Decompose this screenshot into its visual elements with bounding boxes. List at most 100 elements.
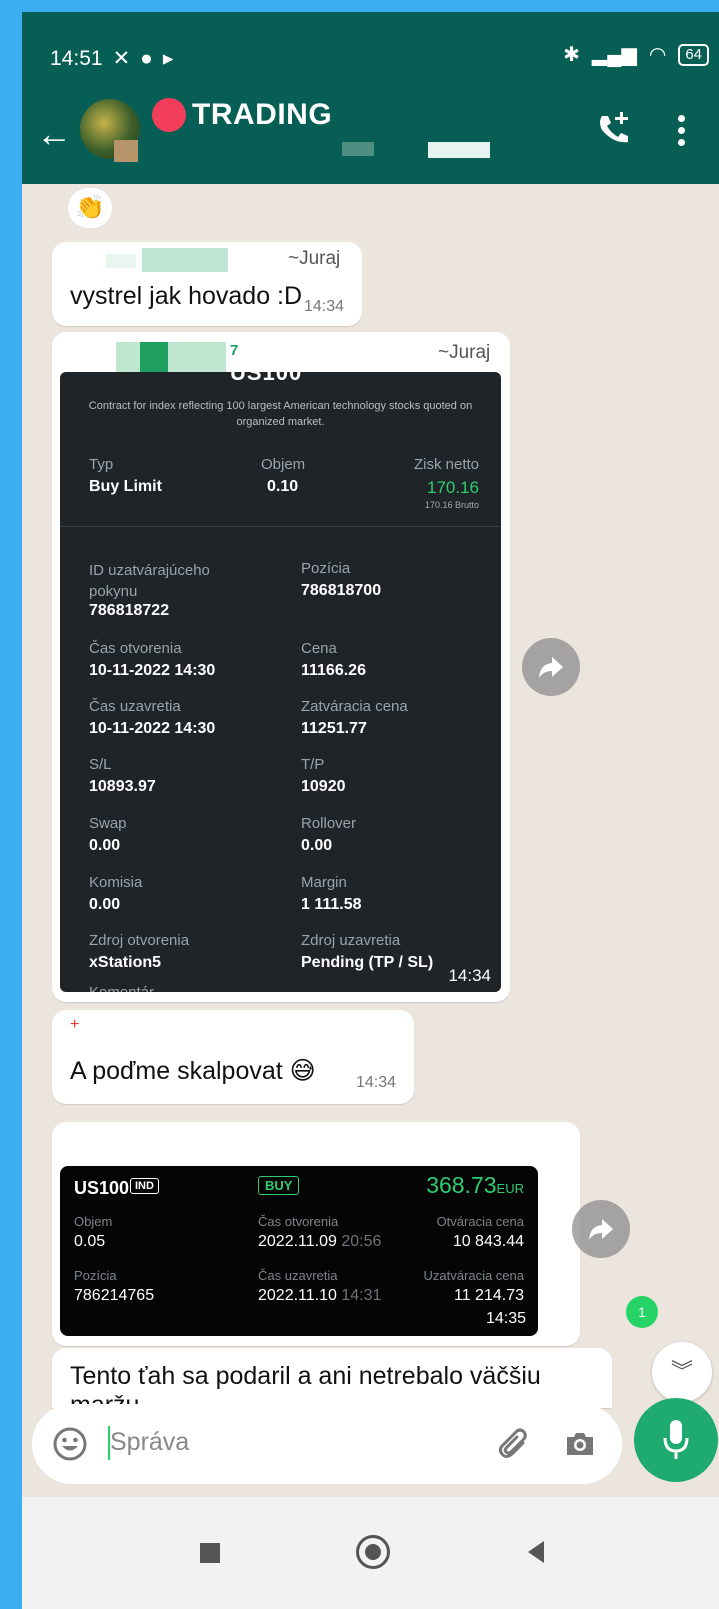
cena-value: 11166.26: [301, 662, 366, 679]
zatvaracia-cena-value: 11251.77: [301, 720, 367, 737]
message-time: 14:34: [448, 966, 491, 985]
chat-area[interactable]: 👏 ~Juraj vystrel jak hovado :D 14:34 7 ~…: [22, 184, 719, 1419]
sl-value: 10893.97: [89, 778, 156, 795]
redacted-block: [142, 248, 228, 272]
sender-name: ~Juraj: [288, 248, 341, 269]
message-input[interactable]: Správa: [110, 1428, 189, 1457]
trade-summary-screenshot[interactable]: US100 IND BUY 368.73EUR Objem 0.05 Čas o…: [60, 1166, 538, 1336]
redacted-block: [116, 342, 226, 372]
unread-count-badge: 1: [626, 1296, 658, 1328]
objem-label: Objem: [261, 456, 306, 473]
profit: 368.73EUR: [426, 1172, 524, 1199]
signal-icon: ▂▄▆: [591, 44, 637, 66]
cas-uzavretia-value: 2022.11.10 14:31: [258, 1287, 381, 1305]
cas-otvorenia-label: Čas otvorenia: [89, 640, 182, 657]
reaction-bubble[interactable]: 👏: [68, 188, 112, 228]
mute-icon: ✕: [112, 47, 131, 70]
pozicia-value: 786214765: [74, 1287, 155, 1304]
attach-icon[interactable]: [496, 1426, 532, 1467]
scroll-down-button[interactable]: ︾: [652, 1342, 712, 1402]
microphone-button[interactable]: [634, 1398, 718, 1482]
play-icon: ▸: [162, 47, 174, 70]
objem-value: 0.05: [74, 1233, 106, 1250]
phone-screen: 14:51 ✕ ● ▸ ✱ ▂▄▆ ◠ 64 ← TRADING 👏 ~Jura…: [22, 12, 719, 1609]
cas-uzavretia-label: Čas uzavretia: [258, 1268, 338, 1283]
margin-label: Margin: [301, 874, 347, 891]
cas-otvorenia-label: Čas otvorenia: [258, 1214, 339, 1229]
status-bar-left: 14:51 ✕ ● ▸: [50, 46, 173, 71]
cas-otvorenia-time: 20:56: [341, 1233, 382, 1250]
group-title-text: TRADING: [192, 98, 333, 131]
avatar-badge: [114, 140, 138, 162]
image-message-bubble[interactable]: 7 ~Juraj US100 Contract for index reflec…: [52, 332, 510, 1002]
message-text: vystrel jak hovado :D: [70, 282, 303, 310]
pozicia-label: Pozícia: [74, 1268, 117, 1283]
message-bubble[interactable]: + A poďme skalpovat 😅 14:34: [52, 1010, 414, 1104]
cas-uzavretia-time: 14:31: [341, 1287, 382, 1304]
zdroj-otvorenia-label: Zdroj otvorenia: [89, 932, 190, 949]
symbol-description: Contract for index reflecting 100 larges…: [88, 400, 473, 428]
forward-button[interactable]: [522, 638, 580, 696]
back-arrow-icon[interactable]: ←: [36, 116, 72, 152]
sender-name: ~Juraj: [438, 342, 491, 363]
rollover-label: Rollover: [301, 815, 357, 832]
emoji-icon[interactable]: [52, 1426, 88, 1467]
uzatvaracia-cena-label: Uzatváracia cena: [423, 1268, 524, 1283]
zdroj-otvorenia-value: xStation5: [89, 954, 162, 971]
komentar-label: Komentár: [89, 984, 154, 992]
image-message-bubble[interactable]: US100 IND BUY 368.73EUR Objem 0.05 Čas o…: [52, 1122, 580, 1346]
status-time: 14:51: [50, 46, 103, 70]
ind-badge: IND: [130, 1178, 159, 1194]
profit-value: 368.73: [426, 1172, 497, 1198]
objem-label: Objem: [74, 1214, 113, 1229]
message-time: 14:34: [356, 1074, 397, 1091]
message-time: 14:34: [304, 298, 345, 315]
group-title[interactable]: TRADING: [152, 98, 332, 132]
forward-button[interactable]: [572, 1200, 630, 1258]
divider: [60, 526, 501, 527]
cas-uzavretia-value: 10-11-2022 14:30: [89, 720, 216, 737]
redacted-block: [428, 142, 490, 158]
cas-otvorenia-value: 10-11-2022 14:30: [89, 662, 216, 679]
app-bar: 14:51 ✕ ● ▸ ✱ ▂▄▆ ◠ 64 ← TRADING: [22, 12, 719, 184]
cas-otvorenia-date: 2022.11.09: [258, 1233, 337, 1250]
message-input-bar[interactable]: Správa: [32, 1404, 622, 1484]
typ-label: Typ: [89, 456, 114, 473]
system-nav-bar: [22, 1497, 719, 1609]
zisk-brutto: 170.16 Brutto: [424, 500, 479, 510]
red-circle-icon: [152, 98, 186, 132]
camera-icon[interactable]: [562, 1426, 598, 1467]
recent-apps-button[interactable]: [200, 1543, 220, 1563]
tp-label: T/P: [301, 756, 325, 773]
messenger-icon: ●: [140, 46, 153, 70]
message-bubble[interactable]: ~Juraj vystrel jak hovado :D 14:34: [52, 242, 362, 326]
typ-value: Buy Limit: [89, 478, 162, 495]
zisk-label: Zisk netto: [413, 456, 479, 473]
komisia-value: 0.00: [89, 896, 121, 913]
back-button[interactable]: [528, 1541, 544, 1563]
more-options-icon[interactable]: [678, 115, 686, 151]
battery-icon: 64: [678, 43, 709, 66]
buy-badge: BUY: [258, 1176, 300, 1195]
redacted-block: [106, 254, 136, 268]
redacted-block: [140, 342, 168, 372]
id-label: ID uzatvárajúceho pokynu: [89, 562, 210, 600]
zdroj-uzavretia-label: Zdroj uzavretia: [301, 932, 401, 949]
home-button[interactable]: [356, 1535, 390, 1569]
profit-currency: EUR: [496, 1181, 524, 1196]
trade-details-screenshot[interactable]: US100 Contract for index reflecting 100 …: [60, 372, 501, 992]
cas-uzavretia-label: Čas uzavretia: [89, 698, 181, 715]
add-call-icon[interactable]: [594, 110, 634, 155]
emoji: 😅: [289, 1057, 316, 1085]
zisk-value: 170.16: [427, 478, 479, 497]
message-text-content: A poďme skalpovat: [70, 1057, 283, 1085]
redacted-block: [342, 142, 374, 156]
margin-value: 1 111.58: [301, 896, 362, 913]
symbol: US100: [74, 1178, 130, 1198]
message-bubble[interactable]: Tento ťah sa podaril a ani netrebalo väč…: [52, 1348, 612, 1419]
otvaracia-cena-value: 10 843.44: [452, 1233, 524, 1250]
wifi-icon: ◠: [648, 44, 667, 66]
message-time: 14:35: [485, 1310, 526, 1327]
komisia-label: Komisia: [89, 874, 143, 891]
swap-label: Swap: [89, 815, 127, 832]
